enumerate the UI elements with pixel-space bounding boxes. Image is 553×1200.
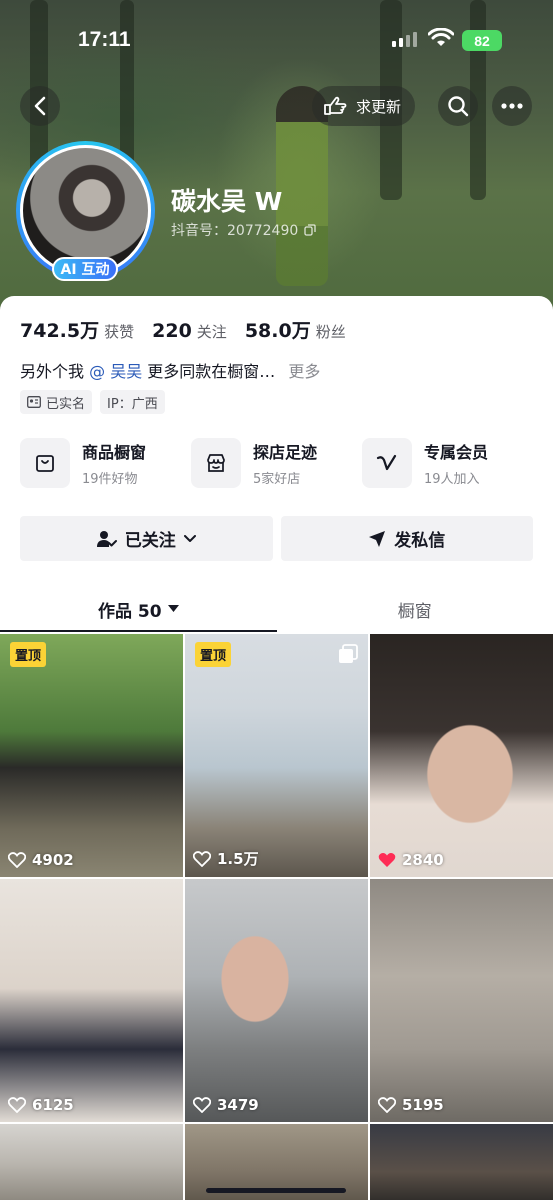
- profile-shortcuts: 商品橱窗 19件好物 探店足迹 5家好店 专属会员 19人加入: [20, 438, 540, 488]
- video-grid: 置顶 4902 置顶 1.5万 2840 6125 3479 5195: [0, 634, 553, 1200]
- stat-value: 58.0万: [244, 320, 311, 342]
- stat-following[interactable]: 220 关注: [152, 320, 227, 342]
- video-thumbnail[interactable]: 6125: [0, 879, 183, 1122]
- send-message-label: 发私信: [394, 531, 446, 551]
- cellular-signal-icon: [392, 32, 417, 47]
- heart-outline-icon: [8, 852, 26, 868]
- like-count: 4902: [8, 851, 74, 869]
- like-count: 5195: [378, 1096, 444, 1114]
- user-check-icon: [96, 530, 117, 547]
- shortcut-subtitle: 5家好店: [253, 472, 301, 487]
- like-count-value: 6125: [32, 1096, 74, 1114]
- video-thumbnail[interactable]: [370, 1124, 553, 1200]
- shortcut-subtitle: 19人加入: [424, 472, 480, 487]
- shortcut-product-showcase[interactable]: 商品橱窗 19件好物: [20, 438, 191, 488]
- ellipsis-icon: [501, 103, 523, 109]
- chevron-down-icon: [183, 534, 196, 542]
- v-membership-icon: [362, 438, 412, 488]
- bio-text: 另外个我: [20, 362, 85, 381]
- status-time: 17:11: [78, 28, 131, 51]
- like-count: 1.5万: [193, 848, 259, 869]
- ip-location-tag: IP：广西: [100, 390, 165, 414]
- video-thumbnail[interactable]: 5195: [370, 879, 553, 1122]
- verified-tag-label: 已实名: [46, 396, 86, 412]
- heart-filled-icon: [378, 853, 396, 867]
- video-thumbnail[interactable]: 3479: [185, 879, 368, 1122]
- tab-works[interactable]: 作品 50: [0, 586, 277, 632]
- like-count: 3479: [193, 1096, 259, 1114]
- like-count-value: 2840: [402, 851, 444, 869]
- stat-label: 获赞: [104, 323, 135, 341]
- video-thumbnail[interactable]: [0, 1124, 183, 1200]
- stat-value: 742.5万: [20, 320, 100, 342]
- profile-actions: 已关注 发私信: [20, 516, 533, 561]
- like-count-value: 4902: [32, 851, 74, 869]
- copy-icon[interactable]: [304, 224, 316, 236]
- battery-level: 82: [474, 32, 490, 49]
- followed-button-label: 已关注: [124, 531, 176, 551]
- video-thumbnail[interactable]: 置顶 1.5万: [185, 634, 368, 877]
- shortcut-store-visits[interactable]: 探店足迹 5家好店: [191, 438, 362, 488]
- heart-outline-icon: [8, 1097, 26, 1113]
- tab-showcase[interactable]: 橱窗: [277, 586, 553, 632]
- caret-down-icon: [167, 605, 179, 612]
- stat-label: 粉丝: [315, 323, 346, 341]
- like-count-value: 5195: [402, 1096, 444, 1114]
- shortcut-title: 商品橱窗: [82, 443, 147, 462]
- heart-outline-icon: [193, 1097, 211, 1113]
- like-count-value: 1.5万: [217, 850, 259, 868]
- profile-stats: 742.5万 获赞 220 关注 58.0万 粉丝: [20, 316, 346, 343]
- ip-location-label: IP：广西: [107, 396, 158, 412]
- heart-outline-icon: [378, 1097, 396, 1113]
- douyin-id-text: 抖音号：20772490: [171, 223, 299, 239]
- bag-icon: [20, 438, 70, 488]
- stat-value: 220: [152, 320, 192, 342]
- heart-outline-icon: [193, 850, 211, 867]
- back-arrow-icon: [34, 96, 46, 116]
- stat-followers[interactable]: 58.0万 粉丝: [245, 316, 346, 343]
- home-indicator[interactable]: [206, 1188, 346, 1193]
- bio-more-link[interactable]: 更多: [288, 362, 320, 381]
- bio-text: 更多同款在橱窗…: [147, 362, 276, 381]
- stat-label: 关注: [196, 323, 227, 341]
- battery-indicator: 82: [462, 30, 502, 51]
- ai-interaction-badge[interactable]: AI 互动: [52, 257, 118, 281]
- shortcut-membership[interactable]: 专属会员 19人加入: [362, 438, 533, 488]
- video-thumbnail[interactable]: 2840: [370, 634, 553, 877]
- video-thumbnail[interactable]: 置顶 4902: [0, 634, 183, 877]
- profile-tabs: 作品 50 橱窗: [0, 586, 553, 632]
- like-count: 2840: [378, 851, 444, 869]
- send-icon: [369, 530, 386, 547]
- tab-works-label: 作品 50: [97, 601, 162, 622]
- shortcut-title: 专属会员: [424, 443, 489, 462]
- request-update-button[interactable]: 求更新: [312, 86, 416, 126]
- id-card-icon: [27, 396, 41, 408]
- more-options-button[interactable]: [492, 86, 532, 126]
- profile-tags: 已实名 IP：广西: [20, 390, 165, 414]
- search-icon: [448, 96, 469, 117]
- pinned-badge: 置顶: [10, 642, 47, 667]
- pointing-hand-icon: [324, 96, 347, 115]
- search-button[interactable]: [438, 86, 478, 126]
- verified-tag: 已实名: [20, 390, 93, 414]
- back-button[interactable]: [20, 86, 60, 126]
- pinned-badge: 置顶: [195, 642, 232, 667]
- followed-button[interactable]: 已关注: [20, 516, 273, 561]
- store-icon: [191, 438, 241, 488]
- shortcut-subtitle: 19件好物: [82, 472, 138, 487]
- wifi-icon: [428, 28, 454, 46]
- like-count: 6125: [8, 1096, 74, 1114]
- douyin-id[interactable]: 抖音号：20772490: [171, 220, 316, 240]
- send-message-button[interactable]: 发私信: [280, 516, 533, 561]
- profile-nickname: 碳水吴 W: [171, 187, 283, 216]
- shortcut-title: 探店足迹: [253, 443, 318, 462]
- stat-likes[interactable]: 742.5万 获赞: [20, 316, 134, 343]
- status-bar: 17:11 82: [0, 0, 553, 80]
- profile-bio: 另外个我 @ 吴吴 更多同款在橱窗… 更多: [20, 358, 320, 382]
- like-count-value: 3479: [217, 1096, 259, 1114]
- bio-mention-link[interactable]: @ 吴吴: [89, 362, 142, 381]
- tab-showcase-label: 橱窗: [397, 601, 432, 622]
- request-update-label: 求更新: [356, 97, 402, 116]
- multi-image-icon: [339, 644, 358, 663]
